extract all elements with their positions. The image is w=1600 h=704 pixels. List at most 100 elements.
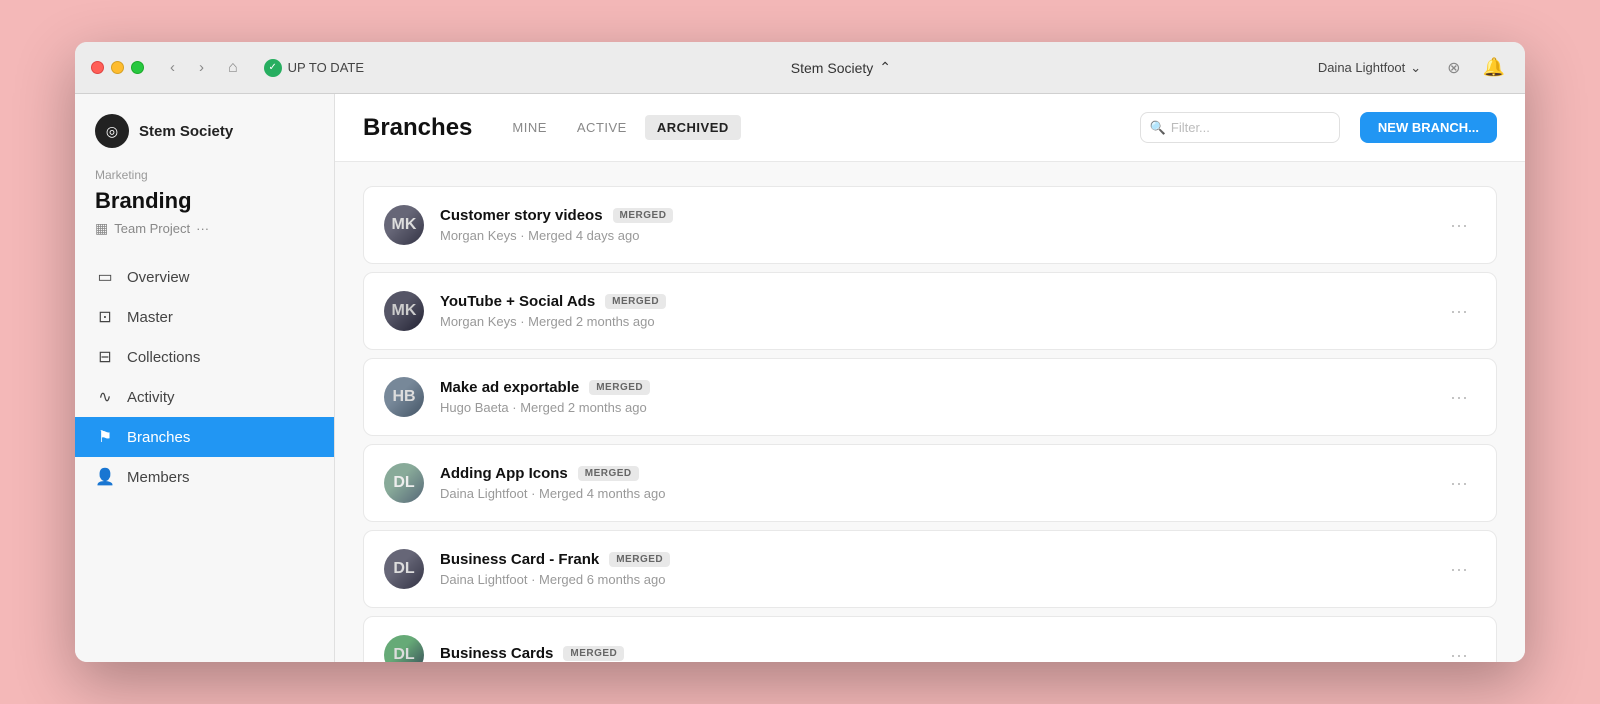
table-row: DL Business Card - Frank MERGED Daina Li…	[363, 530, 1497, 608]
branch-meta: Daina Lightfoot · Merged 6 months ago	[440, 572, 1426, 587]
search-icon: 🔍	[1150, 120, 1166, 136]
table-row: MK YouTube + Social Ads MERGED Morgan Ke…	[363, 272, 1497, 350]
branch-name: Customer story videos	[440, 207, 603, 224]
branch-info: Business Card - Frank MERGED Daina Light…	[440, 551, 1426, 587]
branch-name: Make ad exportable	[440, 379, 579, 396]
sync-status: ✓ UP TO DATE	[256, 55, 372, 81]
user-name: Daina Lightfoot	[1318, 60, 1405, 75]
settings-button[interactable]: ⊗	[1441, 54, 1466, 82]
branch-info: Customer story videos MERGED Morgan Keys…	[440, 207, 1426, 243]
logo-icon: ◎	[95, 114, 129, 148]
activity-icon: ∿	[95, 387, 115, 407]
branch-title-row: Make ad exportable MERGED	[440, 379, 1426, 396]
sidebar-item-label: Branches	[127, 429, 190, 446]
sidebar-item-label: Collections	[127, 349, 200, 366]
sidebar-item-collections[interactable]: ⊟ Collections	[75, 337, 334, 377]
branch-info: YouTube + Social Ads MERGED Morgan Keys …	[440, 293, 1426, 329]
table-row: HB Make ad exportable MERGED Hugo Baeta …	[363, 358, 1497, 436]
content-header: Branches MINE ACTIVE ARCHIVED 🔍 NEW BRAN…	[335, 94, 1525, 162]
sidebar-item-master[interactable]: ⊡ Master	[75, 297, 334, 337]
sidebar-logo: ◎ Stem Society	[75, 114, 334, 168]
workspace-name: Stem Society	[791, 60, 873, 76]
avatar: DL	[384, 463, 424, 503]
branch-title-row: Business Cards MERGED	[440, 645, 1426, 662]
status-badge: MERGED	[589, 380, 650, 395]
filter-wrap: 🔍	[1140, 112, 1340, 143]
branch-more-button[interactable]: ···	[1442, 469, 1476, 498]
overview-icon: ▭	[95, 267, 115, 287]
new-branch-button[interactable]: NEW BRANCH...	[1360, 112, 1497, 143]
table-row: MK Customer story videos MERGED Morgan K…	[363, 186, 1497, 264]
logo-text: Stem Society	[139, 123, 233, 140]
maximize-button[interactable]	[131, 61, 144, 74]
sidebar-item-label: Activity	[127, 389, 175, 406]
project-meta: ▦ Team Project ···	[75, 220, 334, 257]
master-icon: ⊡	[95, 307, 115, 327]
sidebar-item-label: Master	[127, 309, 173, 326]
user-menu-button[interactable]: Daina Lightfoot ⌄	[1310, 56, 1429, 80]
branch-title-row: YouTube + Social Ads MERGED	[440, 293, 1426, 310]
branch-name: Business Card - Frank	[440, 551, 599, 568]
branch-more-button[interactable]: ···	[1442, 555, 1476, 584]
sidebar-item-label: Overview	[127, 269, 190, 286]
close-button[interactable]	[91, 61, 104, 74]
branch-more-button[interactable]: ···	[1442, 297, 1476, 326]
branch-meta: Hugo Baeta · Merged 2 months ago	[440, 400, 1426, 415]
sync-label: UP TO DATE	[288, 60, 364, 75]
branch-name: Business Cards	[440, 645, 553, 662]
forward-button[interactable]: ›	[193, 55, 210, 80]
branch-more-button[interactable]: ···	[1442, 641, 1476, 663]
minimize-button[interactable]	[111, 61, 124, 74]
sidebar-nav: ▭ Overview ⊡ Master ⊟ Collections ∿ Acti…	[75, 257, 334, 497]
branch-meta: Morgan Keys · Merged 2 months ago	[440, 314, 1426, 329]
notifications-button[interactable]: 🔔	[1479, 53, 1509, 82]
branch-meta: Morgan Keys · Merged 4 days ago	[440, 228, 1426, 243]
section-label: Marketing	[75, 168, 334, 186]
workspace-selector[interactable]: Stem Society ⌃	[783, 55, 899, 80]
sidebar-item-label: Members	[127, 469, 190, 486]
table-row: DL Adding App Icons MERGED Daina Lightfo…	[363, 444, 1497, 522]
workspace-chevron-icon: ⌃	[879, 59, 891, 76]
avatar: HB	[384, 377, 424, 417]
branch-meta: Daina Lightfoot · Merged 4 months ago	[440, 486, 1426, 501]
sidebar-item-overview[interactable]: ▭ Overview	[75, 257, 334, 297]
sidebar: ◎ Stem Society Marketing Branding ▦ Team…	[75, 94, 335, 662]
back-button[interactable]: ‹	[164, 55, 181, 80]
tab-active[interactable]: ACTIVE	[565, 115, 639, 140]
sidebar-item-activity[interactable]: ∿ Activity	[75, 377, 334, 417]
tab-group: MINE ACTIVE ARCHIVED	[500, 115, 740, 140]
filter-input[interactable]	[1140, 112, 1340, 143]
sidebar-item-branches[interactable]: ⚑ Branches	[75, 417, 334, 457]
app-window: ‹ › ⌂ ✓ UP TO DATE Stem Society ⌃ Daina …	[75, 42, 1525, 662]
main-layout: ◎ Stem Society Marketing Branding ▦ Team…	[75, 94, 1525, 662]
branch-list: MK Customer story videos MERGED Morgan K…	[335, 162, 1525, 662]
tab-mine[interactable]: MINE	[500, 115, 559, 140]
branch-title-row: Adding App Icons MERGED	[440, 465, 1426, 482]
sidebar-item-members[interactable]: 👤 Members	[75, 457, 334, 497]
home-button[interactable]: ⌂	[222, 55, 244, 81]
user-chevron-icon: ⌄	[1410, 60, 1421, 76]
project-type-icon: ▦	[95, 220, 108, 237]
sync-icon: ✓	[264, 59, 282, 77]
branch-info: Make ad exportable MERGED Hugo Baeta · M…	[440, 379, 1426, 415]
project-meta-label: Team Project	[114, 221, 190, 236]
status-badge: MERGED	[613, 208, 674, 223]
branch-title-row: Customer story videos MERGED	[440, 207, 1426, 224]
branch-more-button[interactable]: ···	[1442, 211, 1476, 240]
avatar: MK	[384, 291, 424, 331]
titlebar-right: Daina Lightfoot ⌄ ⊗ 🔔	[1310, 53, 1509, 82]
avatar: DL	[384, 635, 424, 662]
branch-info: Adding App Icons MERGED Daina Lightfoot …	[440, 465, 1426, 501]
members-icon: 👤	[95, 467, 115, 487]
status-badge: MERGED	[605, 294, 666, 309]
traffic-lights	[91, 61, 144, 74]
branches-icon: ⚑	[95, 427, 115, 447]
tab-archived[interactable]: ARCHIVED	[645, 115, 741, 140]
table-row: DL Business Cards MERGED ···	[363, 616, 1497, 662]
branch-more-button[interactable]: ···	[1442, 383, 1476, 412]
page-title: Branches	[363, 114, 472, 142]
avatar: DL	[384, 549, 424, 589]
titlebar-center: Stem Society ⌃	[384, 55, 1298, 80]
branch-name: Adding App Icons	[440, 465, 568, 482]
project-name: Branding	[75, 186, 334, 220]
